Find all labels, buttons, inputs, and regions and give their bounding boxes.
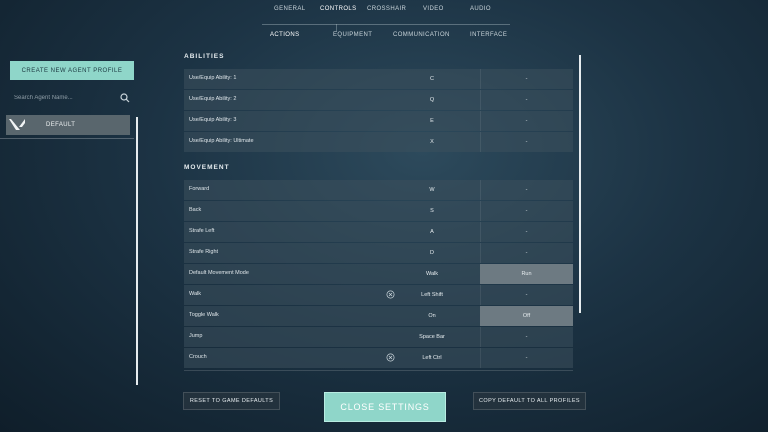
toggle-walk-on-option[interactable]: On: [384, 306, 480, 326]
copy-default-to-all-profiles-button[interactable]: COPY DEFAULT TO ALL PROFILES: [473, 392, 586, 410]
agent-search: [10, 90, 134, 106]
secondary-binding[interactable]: -: [480, 285, 573, 305]
keybind-row: Strafe Right D -: [184, 243, 573, 263]
tab-video[interactable]: VIDEO: [423, 6, 444, 12]
profile-label: DEFAULT: [46, 122, 76, 128]
top-nav: GENERAL CONTROLS CROSSHAIR VIDEO AUDIO: [0, 6, 768, 20]
close-settings-button[interactable]: CLOSE SETTINGS: [324, 392, 446, 422]
movement-mode-walk-option[interactable]: Walk: [384, 264, 480, 284]
keybind-row: Use/Equip Ability: 2 Q -: [184, 90, 573, 110]
keybind-row: Jump Space Bar -: [184, 327, 573, 347]
subtab-communication[interactable]: COMMUNICATION: [393, 32, 450, 38]
search-icon[interactable]: [120, 93, 130, 103]
keybind-row: Back S -: [184, 201, 573, 221]
section-title-movement: MOVEMENT: [184, 164, 230, 171]
keybind-row: Use/Equip Ability: 1 C -: [184, 69, 573, 89]
primary-binding[interactable]: C: [384, 69, 480, 89]
primary-binding[interactable]: Q: [384, 90, 480, 110]
tab-audio[interactable]: AUDIO: [470, 6, 491, 12]
subtab-interface[interactable]: INTERFACE: [470, 32, 507, 38]
secondary-binding[interactable]: -: [480, 243, 573, 263]
keybind-label: Toggle Walk: [189, 312, 219, 318]
tab-general[interactable]: GENERAL: [274, 6, 305, 12]
secondary-binding[interactable]: -: [480, 327, 573, 347]
keybind-label: Strafe Left: [189, 228, 215, 234]
valorant-logo-icon: [6, 115, 28, 135]
create-agent-profile-button[interactable]: CREATE NEW AGENT PROFILE: [10, 61, 134, 80]
secondary-binding[interactable]: -: [480, 111, 573, 131]
keybind-label: Jump: [189, 333, 203, 339]
agent-search-input[interactable]: [10, 90, 118, 106]
primary-binding[interactable]: D: [384, 243, 480, 263]
profile-scrollbar[interactable]: [136, 117, 138, 385]
secondary-binding[interactable]: -: [480, 348, 573, 368]
keybind-label: Crouch: [189, 354, 207, 360]
reset-to-game-defaults-button[interactable]: RESET TO GAME DEFAULTS: [183, 392, 280, 410]
keybind-label: Use/Equip Ability: 3: [189, 117, 237, 123]
keybind-row: Crouch Left Ctrl -: [184, 348, 573, 368]
keybind-row: Forward W -: [184, 180, 573, 200]
keybind-label: Walk: [189, 291, 202, 297]
primary-binding[interactable]: S: [384, 201, 480, 221]
nav-connector: [336, 24, 337, 32]
keybind-label: Back: [189, 207, 202, 213]
secondary-binding[interactable]: -: [480, 69, 573, 89]
tab-controls[interactable]: CONTROLS: [320, 6, 357, 12]
secondary-binding[interactable]: -: [480, 222, 573, 242]
keybind-label: Forward: [189, 186, 210, 192]
keybind-row: Use/Equip Ability: Ultimate X -: [184, 132, 573, 152]
secondary-binding[interactable]: -: [480, 201, 573, 221]
keybind-label: Strafe Right: [189, 249, 219, 255]
profile-divider: [0, 138, 134, 139]
settings-scrollbar[interactable]: [579, 55, 581, 313]
keybind-label: Default Movement Mode: [189, 270, 249, 276]
keybind-row: Walk Left Shift -: [184, 285, 573, 305]
primary-binding[interactable]: Space Bar: [384, 327, 480, 347]
primary-binding[interactable]: A: [384, 222, 480, 242]
movement-mode-run-option[interactable]: Run: [480, 264, 573, 284]
keybind-row: Strafe Left A -: [184, 222, 573, 242]
subtab-actions[interactable]: ACTIONS: [270, 32, 299, 38]
primary-binding[interactable]: Left Ctrl: [384, 348, 480, 368]
toggle-walk-off-option[interactable]: Off: [480, 306, 573, 326]
secondary-binding[interactable]: -: [480, 180, 573, 200]
tab-crosshair[interactable]: CROSSHAIR: [367, 6, 406, 12]
keybind-row: Default Movement Mode Walk Run: [184, 264, 573, 284]
keybind-label: Use/Equip Ability: 2: [189, 96, 237, 102]
primary-binding[interactable]: E: [384, 111, 480, 131]
sub-nav: ACTIONS EQUIPMENT COMMUNICATION INTERFAC…: [0, 32, 768, 44]
profile-item-default[interactable]: DEFAULT: [6, 115, 130, 135]
primary-binding[interactable]: Left Shift: [384, 285, 480, 305]
keybind-row: Use/Equip Ability: 3 E -: [184, 111, 573, 131]
keybind-row: Toggle Walk On Off: [184, 306, 573, 326]
subtab-equipment[interactable]: EQUIPMENT: [333, 32, 372, 38]
secondary-binding[interactable]: -: [480, 132, 573, 152]
settings-panel-bottom-edge: [184, 370, 573, 371]
nav-divider: [262, 24, 510, 25]
keybind-label: Use/Equip Ability: Ultimate: [189, 138, 254, 144]
section-title-abilities: ABILITIES: [184, 53, 225, 60]
primary-binding[interactable]: X: [384, 132, 480, 152]
primary-binding[interactable]: W: [384, 180, 480, 200]
keybind-label: Use/Equip Ability: 1: [189, 75, 237, 81]
secondary-binding[interactable]: -: [480, 90, 573, 110]
